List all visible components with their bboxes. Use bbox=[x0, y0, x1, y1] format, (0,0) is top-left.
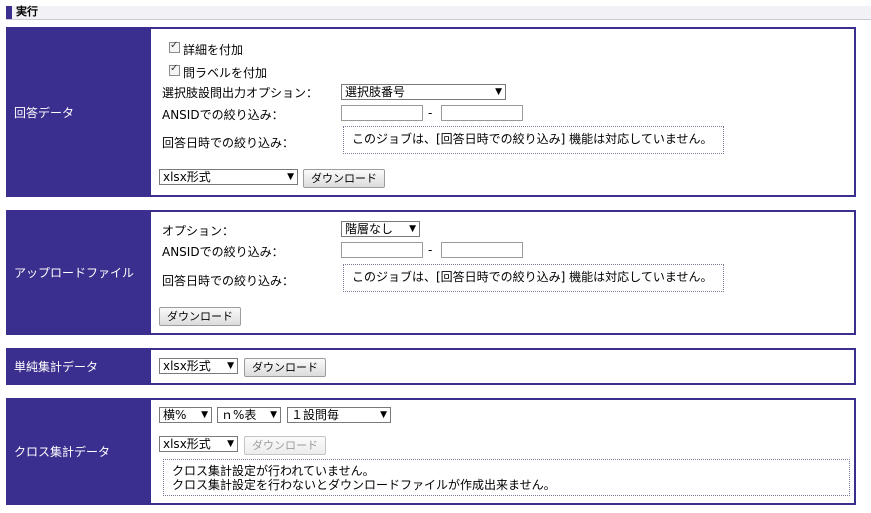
format-select[interactable]: xlsx形式 ▼ bbox=[159, 358, 238, 374]
chevron-down-icon: ▼ bbox=[287, 172, 294, 182]
format-value: xlsx形式 bbox=[163, 437, 211, 451]
chevron-down-icon: ▼ bbox=[495, 87, 502, 97]
panel-label: アップロードファイル bbox=[8, 212, 151, 333]
detail-checkbox[interactable] bbox=[169, 40, 180, 53]
panel-cross-tally: クロス集計データ 横% ▼ ｎ%表 ▼ １設問毎 ▼ xlsx形式 ▼ ダウンロ… bbox=[6, 398, 856, 505]
header-marker bbox=[6, 6, 12, 19]
format-select[interactable]: xlsx形式 ▼ bbox=[159, 169, 298, 185]
per-question-select[interactable]: １設問毎 ▼ bbox=[287, 407, 391, 423]
panel-label: 回答データ bbox=[8, 29, 151, 195]
date-filter-label: 回答日時での絞り込み： bbox=[162, 136, 295, 150]
detail-checkbox-label: 詳細を付加 bbox=[183, 43, 244, 57]
cross-note-line1: クロス集計設定が行われていません。 bbox=[172, 464, 375, 478]
ansid-separator: - bbox=[428, 243, 433, 257]
chevron-down-icon: ▼ bbox=[227, 361, 234, 371]
date-filter-note: このジョブは、[回答日時での絞り込み] 機能は対応していません。 bbox=[343, 264, 724, 292]
ansid-label: ANSIDでの絞り込み： bbox=[162, 108, 284, 122]
chevron-down-icon: ▼ bbox=[270, 410, 277, 420]
cross-setting-note: クロス集計設定が行われていません。 クロス集計設定を行わないとダウンロードファイ… bbox=[163, 459, 850, 496]
panel-label: クロス集計データ bbox=[8, 400, 151, 503]
ansid-label: ANSIDでの絞り込み： bbox=[162, 245, 284, 259]
ansid-from-input[interactable] bbox=[341, 242, 423, 258]
question-label-checkbox[interactable] bbox=[169, 63, 180, 76]
panel-label: 単純集計データ bbox=[8, 350, 151, 383]
panel-simple-tally: 単純集計データ xlsx形式 ▼ ダウンロード bbox=[6, 348, 856, 385]
date-filter-label: 回答日時での絞り込み： bbox=[162, 274, 295, 288]
option-select[interactable]: 階層なし ▼ bbox=[341, 221, 420, 237]
choice-option-value: 選択肢番号 bbox=[345, 85, 406, 99]
chevron-down-icon: ▼ bbox=[201, 410, 208, 420]
ansid-separator: - bbox=[428, 106, 433, 120]
download-button[interactable]: ダウンロード bbox=[244, 358, 326, 377]
chevron-down-icon: ▼ bbox=[227, 439, 234, 449]
percent-select[interactable]: 横% ▼ bbox=[159, 407, 212, 423]
format-select[interactable]: xlsx形式 ▼ bbox=[159, 436, 238, 452]
n-table-value: ｎ%表 bbox=[221, 408, 257, 422]
choice-option-select[interactable]: 選択肢番号 ▼ bbox=[341, 84, 506, 100]
download-button[interactable]: ダウンロード bbox=[244, 436, 326, 455]
question-label-checkbox-label: 問ラベルを付加 bbox=[183, 66, 268, 80]
format-value: xlsx形式 bbox=[163, 359, 211, 373]
section-title: 実行 bbox=[16, 5, 38, 18]
format-value: xlsx形式 bbox=[163, 170, 211, 184]
panel-kaitou-data: 回答データ 詳細を付加 問ラベルを付加 選択肢設問出力オプション： 選択肢番号 … bbox=[6, 27, 856, 197]
ansid-from-input[interactable] bbox=[341, 105, 423, 121]
per-question-value: １設問毎 bbox=[291, 408, 340, 422]
chevron-down-icon: ▼ bbox=[409, 224, 416, 234]
section-header: 実行 bbox=[6, 5, 871, 20]
n-table-select[interactable]: ｎ%表 ▼ bbox=[217, 407, 281, 423]
date-filter-note: このジョブは、[回答日時での絞り込み] 機能は対応していません。 bbox=[343, 126, 724, 154]
ansid-to-input[interactable] bbox=[441, 242, 523, 258]
cross-note-line2: クロス集計設定を行わないとダウンロードファイルが作成出来ません。 bbox=[172, 478, 556, 492]
panel-upload-file: アップロードファイル オプション： 階層なし ▼ ANSIDでの絞り込み： - … bbox=[6, 210, 856, 335]
choice-option-label: 選択肢設問出力オプション： bbox=[162, 86, 319, 100]
option-label: オプション： bbox=[162, 224, 235, 238]
percent-value: 横% bbox=[163, 408, 187, 422]
chevron-down-icon: ▼ bbox=[380, 410, 387, 420]
download-button[interactable]: ダウンロード bbox=[159, 307, 241, 326]
option-value: 階層なし bbox=[345, 222, 394, 236]
ansid-to-input[interactable] bbox=[441, 105, 523, 121]
download-button[interactable]: ダウンロード bbox=[303, 169, 385, 188]
